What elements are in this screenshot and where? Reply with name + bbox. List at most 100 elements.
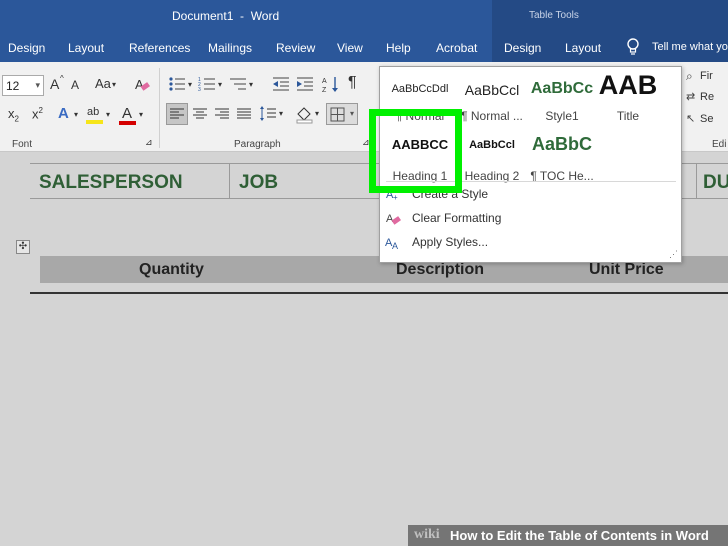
numbering-icon[interactable]: 123 (198, 76, 216, 92)
job-header: JOB (239, 172, 279, 193)
style-toc-heading[interactable]: AaBbC ¶ TOC He... (526, 129, 598, 187)
find-icon[interactable]: ⌕ (686, 69, 693, 84)
style-sample: AaBbCcl (469, 139, 515, 151)
svg-text:A: A (386, 213, 394, 225)
apply-styles-icon: AA (385, 237, 398, 250)
clear-formatting-icon: A (386, 213, 401, 225)
superscript-icon[interactable]: x2 (32, 107, 43, 121)
description-header: Description (396, 261, 485, 278)
increase-indent-icon[interactable] (296, 76, 314, 92)
table-cell[interactable]: DU (696, 164, 728, 198)
tab-acrobat[interactable]: Acrobat (436, 41, 477, 55)
chevron-down-icon: ▾ (249, 80, 254, 89)
table-move-handle[interactable]: ✣ (16, 240, 30, 254)
select-icon[interactable]: ↖ (686, 112, 695, 125)
chevron-down-icon: ▾ (74, 110, 79, 119)
select-button[interactable]: Se (700, 113, 713, 125)
clear-formatting-icon[interactable]: A (134, 76, 150, 92)
style-sample: AAB (598, 70, 658, 100)
line-spacing-icon[interactable] (258, 104, 278, 124)
chevron-down-icon: ▾ (35, 80, 40, 90)
align-right-icon[interactable] (212, 104, 232, 124)
grow-font-icon[interactable]: A (50, 77, 59, 91)
tab-references[interactable]: References (129, 41, 190, 55)
change-case-icon[interactable]: Aa (95, 77, 111, 90)
multilevel-list-icon[interactable] (229, 76, 247, 92)
paragraph-group-label: Paragraph (234, 139, 281, 150)
tab-table-design[interactable]: Design (504, 41, 541, 55)
style-sample: AaBbCcDdl (391, 83, 449, 95)
svg-text:+: + (393, 193, 398, 202)
text-effects-icon[interactable]: A (58, 106, 69, 121)
window-title: Document1 - Word (172, 9, 280, 23)
chevron-down-icon: ▾ (315, 109, 320, 118)
style-name: Title (616, 109, 640, 123)
borders-icon (330, 107, 345, 122)
chevron-down-icon: ▾ (218, 80, 223, 89)
tab-review[interactable]: Review (276, 41, 315, 55)
justify-icon[interactable] (234, 104, 254, 124)
tab-design[interactable]: Design (8, 41, 45, 55)
shading-icon[interactable] (294, 104, 314, 124)
style-heading-2[interactable]: AaBbCcl Heading 2 (456, 129, 528, 187)
chevron-down-icon: ▾ (139, 110, 144, 119)
table-tools-label: Table Tools (529, 10, 579, 21)
chevron-down-icon: ▾ (188, 80, 193, 89)
dialog-launcher-icon[interactable]: ⊿ (145, 138, 153, 147)
svg-text:3: 3 (198, 87, 201, 92)
tab-layout[interactable]: Layout (68, 41, 104, 55)
quantity-header: Quantity (139, 261, 204, 278)
tab-view[interactable]: View (337, 41, 363, 55)
align-left-icon (170, 108, 184, 119)
watermark-wiki: wiki (414, 527, 440, 542)
chevron-down-icon: ▾ (349, 109, 354, 118)
heading-1-highlight (369, 109, 462, 193)
highlight-icon[interactable]: ab (86, 106, 104, 126)
replace-button[interactable]: Re (700, 91, 714, 103)
subscript-icon[interactable]: x2 (8, 107, 19, 124)
style-normal-2[interactable]: AaBbCcl ¶ Normal ... (456, 69, 528, 127)
svg-text:Z: Z (322, 87, 327, 93)
svg-text:A: A (322, 78, 327, 85)
tab-help[interactable]: Help (386, 41, 411, 55)
resize-grip-icon[interactable]: ⋰ (669, 249, 678, 260)
font-group-label: Font (12, 139, 33, 150)
show-formatting-icon[interactable]: ¶ (348, 75, 357, 91)
font-size-box[interactable]: 12 ▾ (2, 75, 44, 96)
bullets-icon[interactable] (168, 76, 186, 92)
tab-mailings[interactable]: Mailings (208, 41, 252, 55)
table-cell[interactable]: SALESPERSON (30, 164, 230, 198)
editing-group: ⌕ Fir ⇄ Re ↖ Se Edi (682, 66, 728, 152)
style-sample: AaBbCc (530, 80, 594, 97)
style-name: ¶ Normal ... (461, 109, 523, 123)
svg-text:A: A (135, 77, 144, 92)
align-center-icon[interactable] (190, 104, 210, 124)
decrease-indent-icon[interactable] (272, 76, 290, 92)
chevron-down-icon: ▾ (279, 109, 284, 118)
apply-styles-menu-item[interactable]: Apply Styles... (412, 235, 488, 249)
tell-me-search[interactable]: Tell me what yo (652, 41, 728, 53)
style-title[interactable]: AAB Title (592, 69, 664, 127)
font-color-icon[interactable]: A (119, 105, 137, 127)
title-bar: Document1 - Word Table Tools Design Layo… (0, 0, 728, 62)
style-name: Style1 (545, 109, 579, 123)
svg-text:A: A (392, 241, 398, 250)
sort-icon[interactable]: AZ (322, 75, 340, 93)
borders-button[interactable]: ▾ (326, 103, 358, 125)
chevron-down-icon: ▾ (106, 110, 111, 119)
group-divider (159, 68, 160, 148)
watermark-title: How to Edit the Table of Contents in Wor… (450, 528, 709, 543)
unit-price-header: Unit Price (589, 261, 664, 278)
align-left-button[interactable] (166, 103, 188, 125)
clear-formatting-menu-item[interactable]: Clear Formatting (412, 211, 501, 225)
editing-group-label: Edi (712, 139, 727, 150)
shrink-font-icon[interactable]: A (71, 79, 79, 91)
horizontal-rule (30, 292, 728, 294)
style-sample: AaBbC (531, 134, 592, 154)
style-style1[interactable]: AaBbCc Style1 (526, 69, 598, 127)
replace-icon[interactable]: ⇄ (686, 90, 695, 103)
tab-table-layout[interactable]: Layout (565, 41, 601, 55)
chevron-down-icon: ▾ (112, 80, 117, 89)
lightbulb-icon[interactable] (626, 38, 640, 56)
find-button[interactable]: Fir (700, 70, 713, 82)
